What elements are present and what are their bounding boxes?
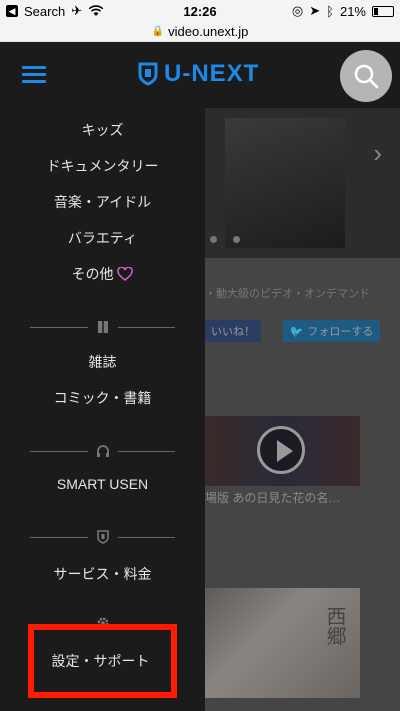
divider-magazines xyxy=(30,320,175,334)
battery-icon xyxy=(372,5,394,17)
headphones-icon xyxy=(96,444,110,458)
carousel-dots xyxy=(205,236,240,243)
back-to-app-label[interactable]: Search xyxy=(24,4,65,19)
menu-item-variety[interactable]: バラエティ xyxy=(0,228,205,248)
url-text: video.unext.jp xyxy=(168,24,249,39)
divider-service xyxy=(30,530,175,544)
menu-item-other[interactable]: その他 xyxy=(0,264,205,284)
search-icon xyxy=(354,64,379,89)
logo-text: U-NEXT xyxy=(164,60,260,87)
battery-percent: 21% xyxy=(339,3,366,19)
bluetooth-icon: ᛒ xyxy=(326,3,334,19)
hamburger-menu-icon[interactable] xyxy=(22,66,46,84)
menu-item-other-label: その他 xyxy=(71,266,114,282)
twitter-bird-icon: 🐦 xyxy=(289,325,304,338)
orientation-lock-icon: ◎ xyxy=(291,3,304,18)
follow-button: 🐦 フォローする xyxy=(283,320,380,342)
search-button[interactable] xyxy=(340,50,392,102)
video-thumbnail xyxy=(205,416,360,486)
airplane-icon: ✈ xyxy=(71,3,83,18)
back-arrow-icon[interactable]: ◀ xyxy=(6,5,18,17)
divider-music xyxy=(30,444,175,458)
menu-item-magazines[interactable]: 雑誌 xyxy=(0,352,205,372)
play-icon xyxy=(257,426,305,474)
menu-item-music-idol[interactable]: 音楽・アイドル xyxy=(0,192,205,212)
shield-logo-icon xyxy=(138,62,158,86)
menu-item-kids[interactable]: キッズ xyxy=(0,120,205,140)
navigation-drawer: キッズ ドキュメンタリー 音楽・アイドル バラエティ その他 雑誌 コミック・書… xyxy=(0,108,205,711)
like-button: いいね！ xyxy=(205,320,261,342)
menu-item-service-pricing[interactable]: サービス・料金 xyxy=(0,564,205,584)
menu-item-smart-usen[interactable]: SMART USEN xyxy=(0,476,205,492)
highlight-annotation-box xyxy=(28,624,177,698)
logo[interactable]: U-NEXT xyxy=(138,58,259,90)
url-bar[interactable]: 🔒 video.unext.jp xyxy=(0,22,400,42)
status-bar: ◀ Search ✈ 12:26 ◎ ➤ ᛒ 21% xyxy=(0,0,400,22)
chevron-right-icon: › xyxy=(373,138,382,168)
thumbnail-title: 西郷 xyxy=(323,606,347,646)
app-header: U-NEXT xyxy=(0,42,400,108)
lock-icon: 🔒 xyxy=(151,26,165,37)
thumbnail-caption: 場版 あの日見た花の名… xyxy=(205,491,341,505)
hero-banner: › xyxy=(205,108,400,258)
follow-label: フォローする xyxy=(307,326,374,338)
site-description: ・動大級のビデオ・オンデマンド xyxy=(205,288,370,300)
menu-item-comics-books[interactable]: コミック・書籍 xyxy=(0,388,205,408)
heart-icon xyxy=(117,266,134,281)
wifi-icon xyxy=(88,5,104,16)
menu-item-documentary[interactable]: ドキュメンタリー xyxy=(0,156,205,176)
book-icon xyxy=(96,320,110,334)
hero-image xyxy=(225,118,345,248)
shield-icon xyxy=(96,530,110,544)
video-thumbnail-2: 西郷 xyxy=(205,588,360,698)
location-icon: ➤ xyxy=(309,3,321,18)
